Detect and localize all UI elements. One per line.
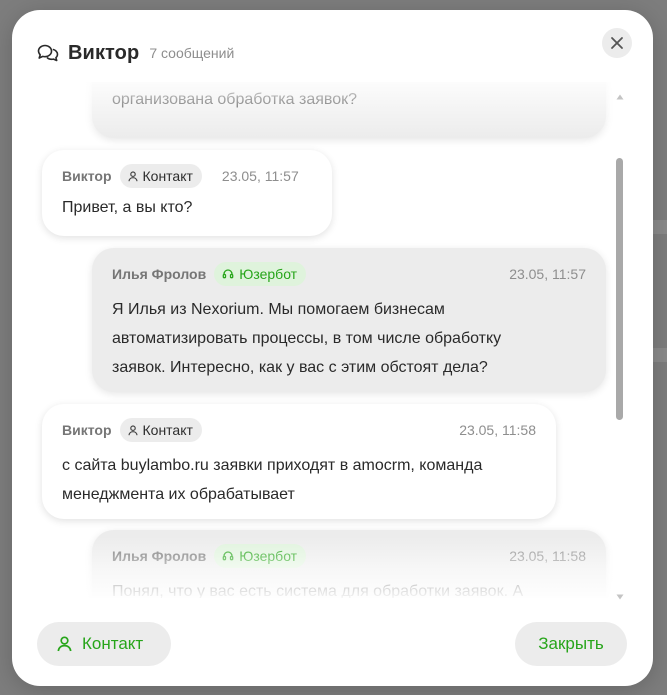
scroll-up-arrow-icon[interactable] [616, 94, 624, 100]
message-author: Виктор [62, 168, 112, 184]
scroll-down-arrow-icon[interactable] [616, 594, 624, 600]
message-meta: Илья Фролов Юзербот 23.05, 11:58 [112, 544, 586, 568]
background-strip [653, 348, 667, 362]
message-time: 23.05, 11:57 [221, 168, 299, 184]
chat-dialog: Виктор 7 сообщений организована обработк… [12, 10, 653, 686]
message-text-line: автоматизировать процессы, в том числе о… [112, 330, 502, 347]
message-author: Виктор [62, 422, 112, 438]
role-badge: Юзербот [214, 544, 307, 568]
role-badge: Контакт [119, 418, 202, 442]
role-badge-label: Контакт [142, 168, 193, 184]
message-text-line: Привет, а вы кто? [62, 199, 193, 216]
close-button-label: Закрыть [538, 634, 604, 653]
message-bubble: Виктор Контакт 23.05, 11:58 с сайта buyl… [42, 404, 556, 519]
message-meta: Виктор Контакт 23.05, 11:57 [62, 164, 299, 188]
message-text-line: с сайта buylambo.ru заявки приходят в am… [62, 457, 483, 474]
close-icon [611, 37, 623, 49]
message-bubble: Илья Фролов Юзербот 23.05, 11:57 Я Илья … [92, 248, 606, 392]
headset-icon [222, 551, 234, 561]
person-icon [127, 170, 138, 181]
message-text-line: менеджмента их обрабатывает [62, 486, 295, 503]
dialog-header: Виктор 7 сообщений [36, 40, 234, 66]
scrollbar-thumb[interactable] [616, 158, 623, 420]
message-count: 7 сообщений [149, 45, 235, 61]
message-text-line: Понял, что у вас есть система для обрабо… [112, 583, 524, 598]
contact-button[interactable]: Контакт [37, 622, 171, 666]
role-badge-label: Юзербот [239, 548, 298, 564]
message-author: Илья Фролов [112, 548, 207, 564]
message-bubble: Илья Фролов Юзербот 23.05, 11:58 Понял, … [92, 530, 606, 598]
message-bubble: организована обработка заявок? [92, 82, 606, 138]
message-bubble: Виктор Контакт 23.05, 11:57 Привет, а вы… [42, 150, 332, 236]
person-icon [127, 424, 138, 435]
close-button[interactable] [602, 28, 632, 58]
contact-button-label: Контакт [82, 634, 144, 653]
message-text-line: Я Илья из Nexorium. Мы помогаем бизнесам [112, 301, 445, 318]
chat-bubbles-icon [37, 44, 59, 62]
message-list[interactable]: организована обработка заявок? Виктор Ко… [12, 82, 653, 598]
message-meta: Илья Фролов Юзербот 23.05, 11:57 [112, 262, 586, 286]
headset-icon [222, 269, 234, 279]
role-badge: Контакт [119, 164, 202, 188]
person-icon [57, 636, 72, 652]
close-footer-button[interactable]: Закрыть [515, 622, 627, 666]
role-badge-label: Контакт [142, 422, 193, 438]
message-text-line: заявок. Интересно, как у вас с этим обст… [112, 359, 488, 376]
message-time: 23.05, 11:57 [509, 266, 586, 282]
message-time: 23.05, 11:58 [459, 422, 536, 438]
message-meta: Виктор Контакт 23.05, 11:58 [62, 418, 536, 442]
message-time: 23.05, 11:58 [509, 548, 586, 564]
message-author: Илья Фролов [112, 266, 207, 282]
dialog-title: Виктор [68, 41, 140, 64]
background-strip [653, 220, 667, 234]
message-text-line: организована обработка заявок? [112, 91, 358, 108]
role-badge-label: Юзербот [239, 266, 298, 282]
role-badge: Юзербот [214, 262, 307, 286]
